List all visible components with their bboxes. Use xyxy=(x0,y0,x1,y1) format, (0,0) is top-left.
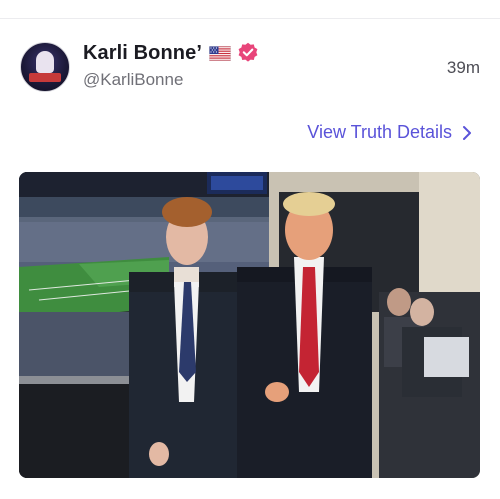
chevron-right-icon xyxy=(462,125,472,141)
avatar-figure xyxy=(36,51,54,73)
view-truth-details-link[interactable]: View Truth Details xyxy=(307,122,472,143)
author-handle[interactable]: @KarliBonne xyxy=(83,70,183,90)
display-name-row: Karli Bonne’ xyxy=(83,40,259,66)
avatar[interactable] xyxy=(20,42,70,92)
top-divider xyxy=(0,18,500,19)
post-media-photo[interactable] xyxy=(19,172,480,478)
photo-illustration xyxy=(19,172,480,478)
post-timestamp: 39m xyxy=(446,58,480,77)
avatar-banner xyxy=(29,73,61,82)
view-truth-details-label: View Truth Details xyxy=(307,122,452,142)
us-flag-icon xyxy=(209,45,231,61)
display-name[interactable]: Karli Bonne’ xyxy=(83,42,202,65)
post-header: Karli Bonne’ @KarliBonne 39m xyxy=(20,40,480,96)
verified-badge-icon xyxy=(237,42,259,64)
